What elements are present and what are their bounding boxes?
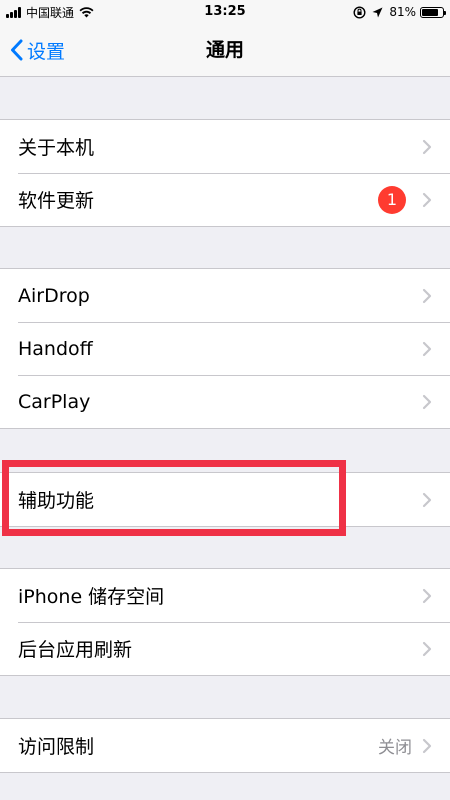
row-label: 辅助功能 [18,490,95,512]
chevron-right-icon [422,394,432,409]
row-label: 软件更新 [18,190,95,212]
status-right: 81% [353,4,446,20]
group-restrictions: 访问限制 关闭 [0,718,450,773]
row-carplay[interactable]: CarPlay [0,375,450,428]
row-handoff[interactable]: Handoff [0,322,450,375]
chevron-right-icon [422,738,432,753]
chevron-right-icon [422,492,432,507]
row-background-refresh[interactable]: 后台应用刷新 [0,622,450,675]
update-badge: 1 [378,185,406,214]
status-bar: 中国联通 13:25 81% [0,0,450,24]
page-title: 通用 [205,39,244,61]
chevron-right-icon [422,641,432,656]
row-airdrop[interactable]: AirDrop [0,269,450,322]
row-label: AirDrop [18,284,90,307]
row-iphone-storage[interactable]: iPhone 储存空间 [0,569,450,622]
chevron-right-icon [422,341,432,356]
location-icon [372,7,383,17]
row-label: Handoff [18,337,93,360]
chevron-right-icon [422,288,432,303]
battery-fill [422,8,439,16]
chevron-right-icon [422,588,432,603]
orientation-lock-icon [353,5,366,19]
row-value: 关闭 [378,738,412,758]
group-connectivity: AirDrop Handoff CarPlay [0,268,450,429]
row-label: 后台应用刷新 [18,639,133,661]
row-label: iPhone 储存空间 [18,586,165,608]
group-accessibility: 辅助功能 [0,472,450,527]
chevron-right-icon [422,139,432,154]
group-about: 关于本机 软件更新 1 [0,119,450,227]
chevron-right-icon [422,192,432,207]
row-restrictions[interactable]: 访问限制 关闭 [0,719,450,772]
nav-bar: 设置 通用 [0,24,450,77]
row-label: 关于本机 [18,137,95,159]
battery-icon [420,6,446,18]
row-software-update[interactable]: 软件更新 1 [0,173,450,226]
battery-percent: 81% [389,5,416,19]
row-about[interactable]: 关于本机 [0,120,450,173]
row-accessibility[interactable]: 辅助功能 [0,473,450,526]
group-storage: iPhone 储存空间 后台应用刷新 [0,568,450,676]
row-label: CarPlay [18,390,91,413]
row-label: 访问限制 [18,736,95,758]
